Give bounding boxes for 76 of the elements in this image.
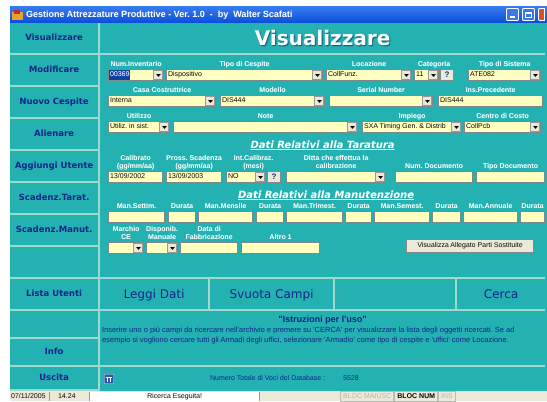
dropdown-button[interactable] [133, 243, 143, 253]
flag-icon[interactable] [104, 374, 114, 384]
sidebar-button[interactable]: Visualizzare [25, 32, 83, 44]
input-field[interactable] [256, 211, 284, 223]
caret-icon [162, 126, 166, 128]
sidebar-button[interactable]: Nuovo Cespite [19, 96, 89, 108]
app-icon [12, 10, 23, 20]
dropdown-button[interactable] [205, 96, 215, 106]
sidebar-button[interactable]: Info [44, 346, 64, 358]
dropdown-button[interactable] [314, 96, 324, 106]
input-field[interactable] [463, 211, 518, 223]
caret-icon [316, 100, 322, 102]
action-button[interactable]: Leggi Dati [124, 285, 184, 303]
input-field[interactable] [168, 211, 196, 223]
section-title: Dati Relativi alla Taratura [250, 140, 394, 152]
page-heading: Visualizzare [254, 25, 390, 52]
dropdown-button[interactable] [159, 122, 169, 132]
help-button[interactable]: ? [440, 69, 454, 81]
caret-icon [258, 176, 262, 178]
window-title: Gestione Attrezzature Produttive - Ver. 1.0 - by Walter Scafati [26, 8, 294, 21]
input-field[interactable] [432, 211, 461, 223]
sidebar-button[interactable]: Modificare [28, 64, 80, 76]
dropdown-button[interactable] [451, 122, 461, 132]
input-field[interactable] [286, 211, 343, 223]
caret-icon [430, 74, 436, 76]
dropdown-button[interactable] [422, 96, 432, 106]
input-field[interactable] [395, 171, 473, 183]
caret-icon [314, 74, 320, 76]
sidebar-button[interactable]: Alienare [34, 128, 74, 140]
input-field[interactable] [180, 242, 238, 254]
sidebar-button[interactable]: Aggiungi Utente [14, 160, 94, 172]
sidebar-button[interactable]: Uscita [39, 372, 69, 384]
dropdown-button[interactable] [375, 172, 385, 182]
dropdown-button[interactable] [312, 70, 322, 80]
sidebar-button[interactable]: Scadenz.Manut. [16, 224, 92, 236]
input-field[interactable] [476, 171, 545, 183]
dropdown-field[interactable] [108, 242, 144, 254]
caret-icon [350, 126, 354, 128]
input-field[interactable] [345, 211, 372, 223]
dropdown-button[interactable] [167, 243, 177, 253]
dropdown-button[interactable] [428, 70, 438, 80]
sidebar-button[interactable]: Lista Utenti [26, 288, 82, 300]
input-field[interactable] [198, 211, 253, 223]
sidebar-button[interactable]: Scadenz.Tarat. [18, 192, 90, 204]
caret-icon [454, 126, 458, 128]
input-field[interactable] [520, 211, 545, 223]
section-title: Dati Relativi alla Manutenzione [238, 190, 414, 202]
dropdown-button[interactable] [255, 172, 265, 182]
caret-icon [424, 100, 430, 102]
input-field[interactable] [241, 242, 320, 254]
dropdown-field[interactable] [146, 242, 178, 254]
dropdown-field[interactable] [286, 171, 386, 183]
instructions-title: "Istruzioni per l'uso" [278, 314, 367, 325]
dropdown-button[interactable] [401, 70, 411, 80]
action-button[interactable]: Cerca [484, 285, 518, 303]
dropdown-button[interactable] [530, 122, 540, 132]
input-field[interactable] [108, 211, 165, 223]
action-button[interactable]: Svuota Campi [230, 285, 314, 303]
minimize-button[interactable] [506, 8, 519, 21]
dropdown-field[interactable] [173, 121, 358, 133]
caret-icon [170, 246, 174, 250]
caret-icon [136, 246, 140, 250]
caret-icon [156, 74, 160, 76]
caret-icon [532, 74, 538, 76]
caret-icon [208, 100, 212, 102]
caret-icon [378, 176, 382, 178]
caret-icon [532, 126, 538, 128]
close-button[interactable] [538, 8, 545, 21]
dropdown-button[interactable] [530, 70, 540, 80]
caret-icon [404, 74, 408, 76]
maximize-button[interactable] [522, 8, 535, 21]
input-field[interactable] [374, 211, 430, 223]
dropdown-button[interactable] [153, 70, 163, 80]
help-button[interactable]: ? [267, 171, 281, 183]
dropdown-button[interactable] [347, 122, 357, 132]
dropdown-field[interactable] [329, 95, 433, 107]
